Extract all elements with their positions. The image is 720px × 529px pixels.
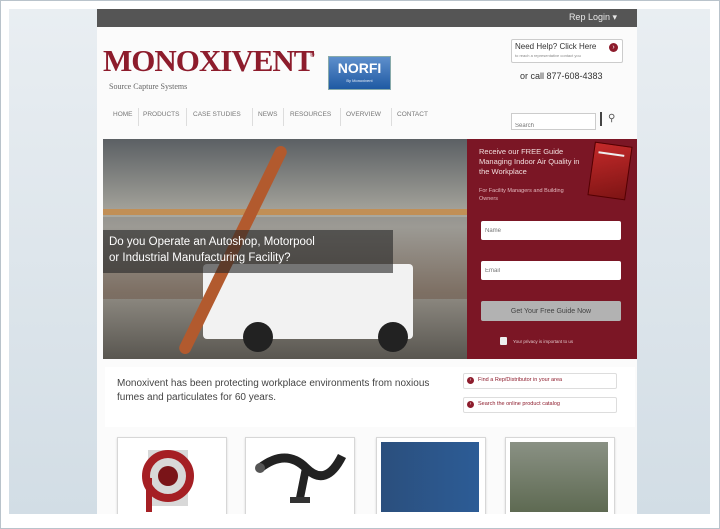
monoxivent-logo[interactable]: MONOXIVENT — [103, 45, 314, 76]
nav-divider — [283, 108, 284, 126]
guide-book-image — [587, 141, 633, 201]
nav-item-home[interactable]: HOME — [113, 111, 133, 118]
nav-divider — [252, 108, 253, 126]
top-bar: Rep Login ▾ — [97, 9, 637, 27]
hero-caption-line: or Industrial Manufacturing Facility? — [109, 252, 291, 264]
product-thumbnail-dust-collector[interactable] — [376, 437, 486, 514]
nav-divider — [186, 108, 187, 126]
search-icon[interactable]: ⚲ — [608, 113, 615, 124]
hose-reel-image — [142, 450, 194, 512]
search-box[interactable] — [511, 113, 596, 133]
nav-divider — [391, 108, 392, 126]
nav-item-contact[interactable]: CONTACT — [397, 111, 428, 118]
nav-item-products[interactable]: PRODUCTS — [143, 111, 179, 118]
phone-number: or call 877-608-4383 — [520, 71, 603, 81]
screenshot-frame: Rep Login ▾ MONOXIVENT ® Source Capture … — [0, 0, 720, 529]
intro-section: Monoxivent has been protecting workplace… — [105, 367, 635, 427]
need-help-title: Need Help? Click Here — [515, 42, 597, 51]
norfi-logo[interactable]: NORFI By Monoxivent — [328, 56, 391, 90]
email-field[interactable] — [481, 261, 621, 280]
free-guide-form: Receive our FREE Guide Managing Indoor A… — [467, 139, 637, 359]
logo-tagline: Source Capture Systems — [109, 82, 188, 91]
page-background-right — [637, 9, 710, 514]
hero-caption: Do you Operate an Autoshop, Motorpool or… — [103, 230, 393, 273]
privacy-note: Your privacy is important to us — [513, 339, 574, 344]
name-field[interactable] — [481, 221, 621, 240]
search-input[interactable] — [512, 119, 596, 133]
nav-divider — [138, 108, 139, 126]
nav-item-resources[interactable]: RESOURCES — [290, 111, 331, 118]
dust-collector-image — [381, 442, 479, 512]
find-rep-link[interactable]: › Find a Rep/Distributor in your area — [463, 373, 617, 389]
intro-text: Monoxivent has been protecting workplace… — [117, 378, 430, 403]
search-catalog-link[interactable]: › Search the online product catalog — [463, 397, 617, 413]
registered-mark: ® — [310, 53, 315, 59]
need-help-button[interactable]: Need Help? Click Here to reach a represe… — [511, 39, 623, 63]
guide-heading: Receive our FREE Guide Managing Indoor A… — [479, 147, 580, 176]
chevron-right-icon: › — [467, 377, 474, 384]
get-guide-button[interactable]: Get Your Free Guide Now — [481, 301, 621, 321]
webpage: Rep Login ▾ MONOXIVENT ® Source Capture … — [97, 9, 637, 514]
chevron-right-icon: › — [609, 43, 618, 52]
hero-banner[interactable]: Do you Operate an Autoshop, Motorpool or… — [103, 139, 467, 359]
nav-item-overview[interactable]: OVERVIEW — [346, 111, 381, 118]
nav-item-news[interactable]: NEWS — [258, 111, 278, 118]
nav-divider — [340, 108, 341, 126]
hero-truck-wheel — [378, 322, 408, 352]
norfi-logo-subtext: By Monoxivent — [346, 78, 373, 83]
page-background-left — [9, 9, 97, 514]
chevron-right-icon: › — [467, 401, 474, 408]
product-thumbnail-hose-reel[interactable] — [117, 437, 227, 514]
hero-beam — [103, 209, 467, 215]
find-rep-label: Find a Rep/Distributor in your area — [478, 377, 563, 383]
rep-login-link[interactable]: Rep Login ▾ — [569, 12, 617, 23]
norfi-logo-text: NORFI — [337, 60, 382, 76]
hero-caption-line: Do you Operate an Autoshop, Motorpool — [109, 236, 315, 248]
guide-subheading: For Facility Managers and Building Owner… — [479, 188, 564, 202]
hero-truck-wheel — [243, 322, 273, 352]
nav-item-case-studies[interactable]: CASE STUDIES — [193, 111, 241, 118]
lock-icon — [500, 337, 507, 345]
need-help-subtitle: to reach a representative contact you — [515, 53, 581, 58]
product-thumbnail-underground-duct[interactable] — [505, 437, 615, 514]
product-thumbnail-fume-arm[interactable] — [245, 437, 355, 514]
search-divider — [600, 112, 602, 126]
underground-duct-image — [510, 442, 608, 512]
fume-arm-image — [255, 453, 347, 503]
search-catalog-label: Search the online product catalog — [478, 401, 560, 407]
